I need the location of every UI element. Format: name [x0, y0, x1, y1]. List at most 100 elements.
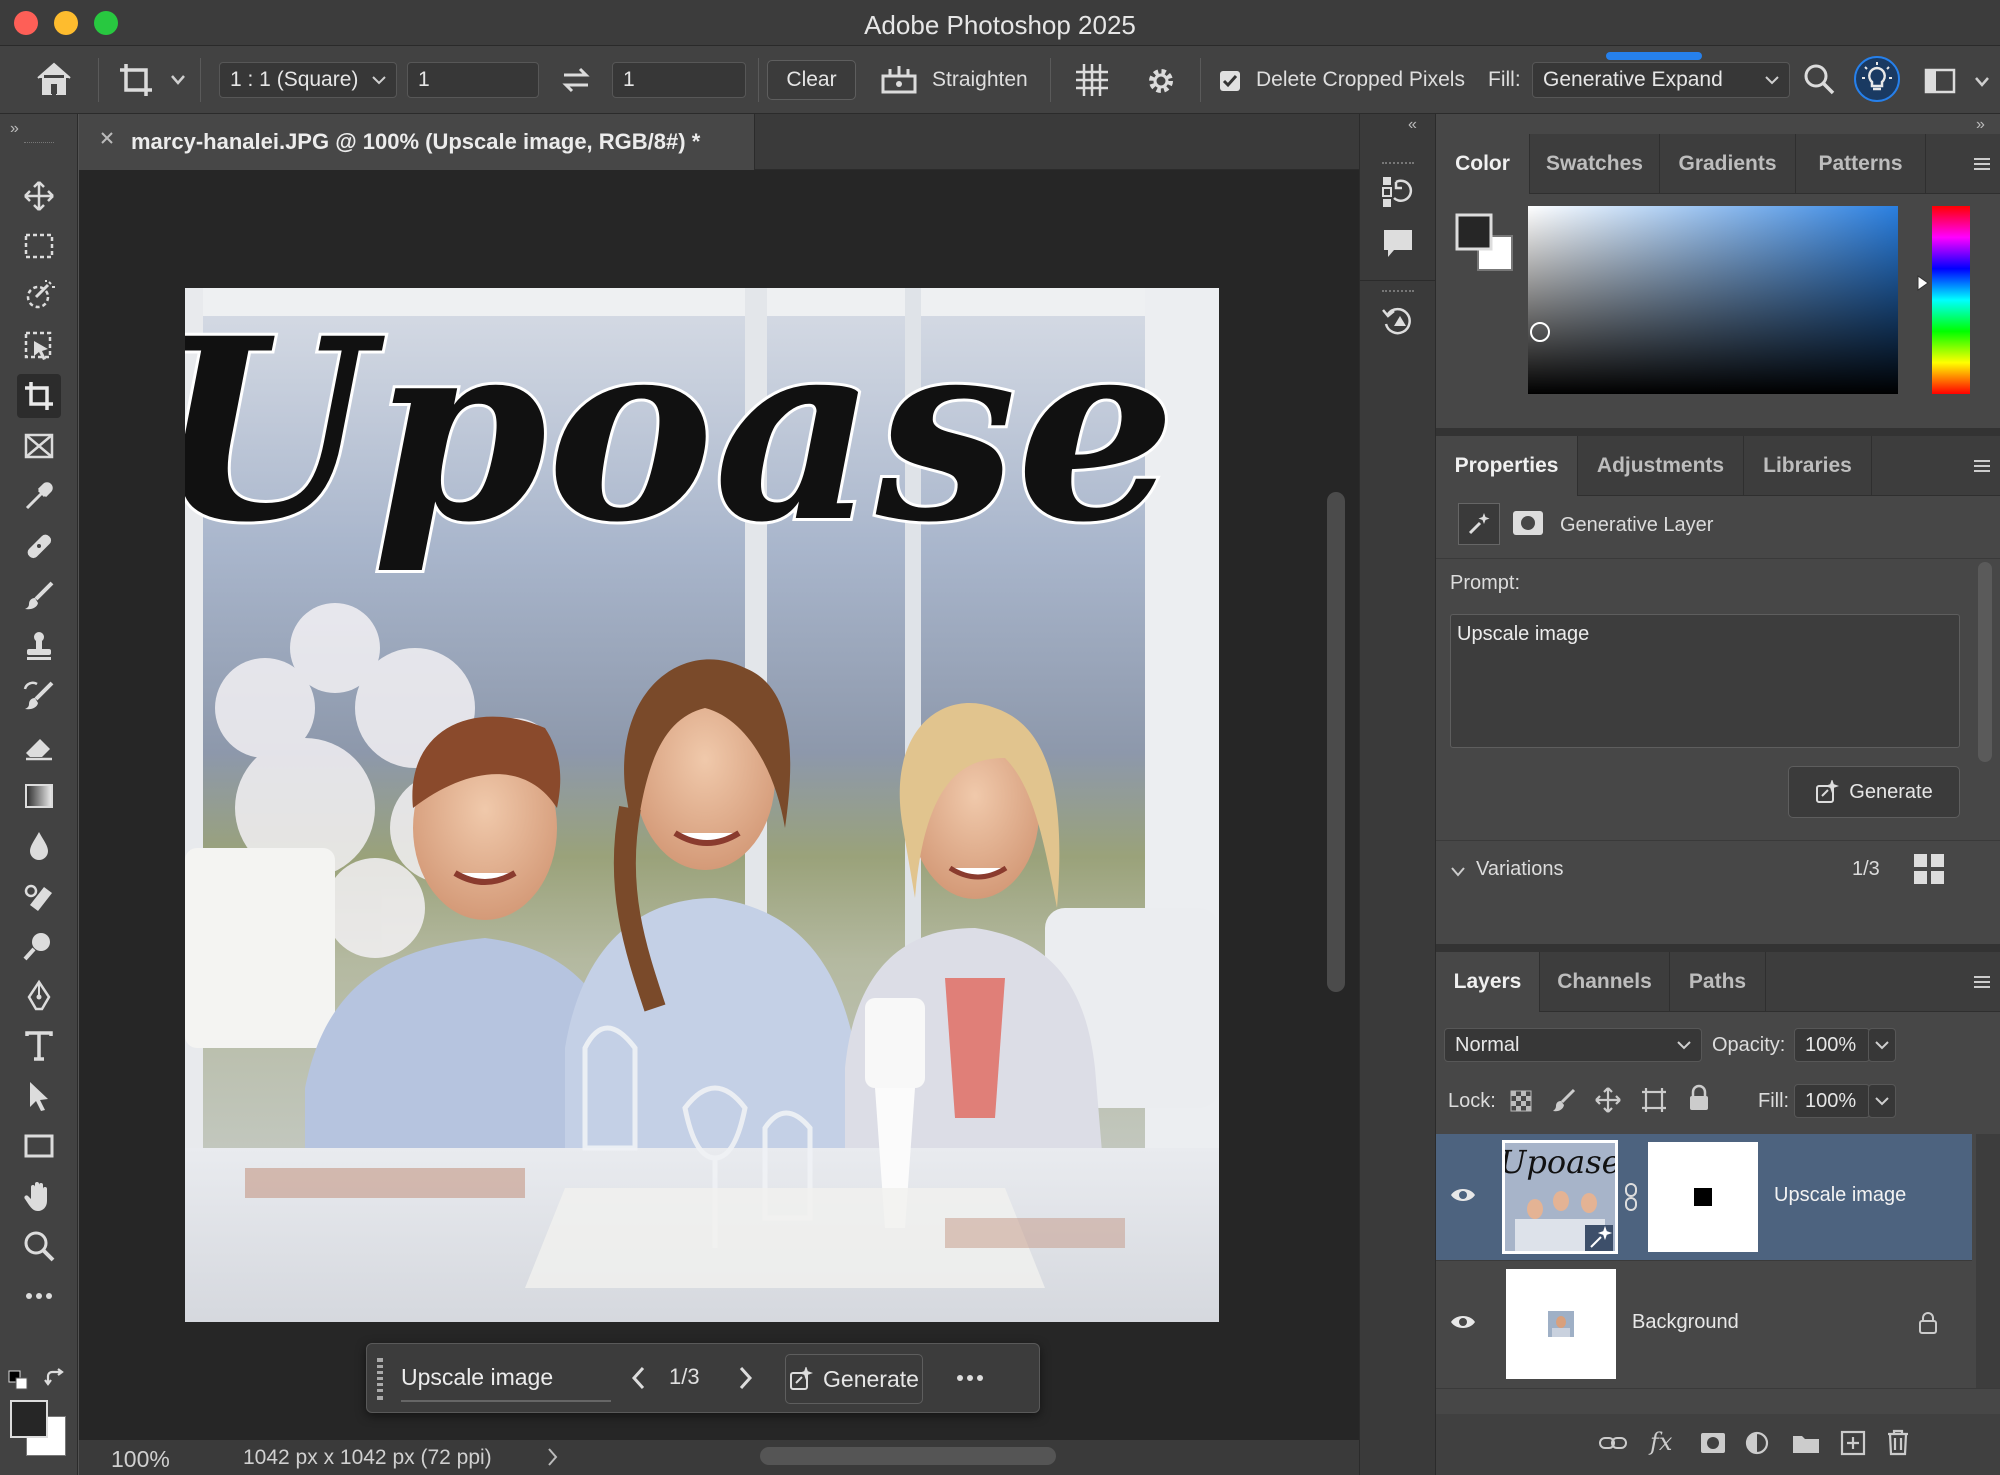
- swap-colors-icon[interactable]: [44, 1368, 66, 1390]
- collapse-panels-icon[interactable]: »: [1976, 116, 1985, 134]
- home-icon[interactable]: [34, 60, 74, 98]
- crop-tool-icon[interactable]: [17, 374, 61, 418]
- discover-lightbulb-icon[interactable]: [1854, 56, 1900, 102]
- fx-icon[interactable]: fx: [1650, 1428, 1672, 1456]
- panel-menu-icon[interactable]: [1972, 974, 1992, 990]
- panel-menu-icon[interactable]: [1972, 458, 1992, 474]
- group-folder-icon[interactable]: [1792, 1432, 1820, 1454]
- tab-adjustments[interactable]: Adjustments: [1578, 436, 1744, 496]
- swap-dimensions-icon[interactable]: [560, 64, 592, 96]
- eyedropper-tool-icon[interactable]: [17, 474, 61, 518]
- document-info[interactable]: 1042 px x 1042 px (72 ppi): [243, 1446, 492, 1470]
- fill-dropdown[interactable]: [1868, 1084, 1896, 1118]
- tab-properties[interactable]: Properties: [1436, 436, 1578, 496]
- crop-tool-preset-icon[interactable]: [116, 60, 156, 100]
- layer-name[interactable]: Background: [1632, 1311, 1739, 1334]
- chevron-down-icon[interactable]: [1450, 866, 1466, 878]
- chevron-right-icon[interactable]: [547, 1446, 559, 1468]
- gear-icon[interactable]: [1144, 64, 1178, 98]
- lock-all-icon[interactable]: [1688, 1084, 1710, 1112]
- toolbar-grip[interactable]: [24, 142, 54, 145]
- chevron-down-icon[interactable]: [170, 74, 186, 86]
- delete-cropped-checkbox[interactable]: [1220, 71, 1240, 91]
- opacity-input[interactable]: 100%: [1794, 1028, 1870, 1062]
- workspace-icon[interactable]: [1924, 68, 1956, 94]
- type-tool-icon[interactable]: [17, 1024, 61, 1068]
- healing-brush-tool-icon[interactable]: [17, 524, 61, 568]
- tab-color[interactable]: Color: [1436, 134, 1530, 194]
- new-layer-icon[interactable]: [1840, 1430, 1866, 1456]
- drag-handle-icon[interactable]: [377, 1358, 383, 1400]
- lock-position-icon[interactable]: [1594, 1086, 1622, 1114]
- document-tab[interactable]: marcy-hanalei.JPG @ 100% (Upscale image,…: [79, 114, 755, 170]
- sponge-tool-icon[interactable]: [17, 874, 61, 918]
- collapse-dock-icon[interactable]: «: [1408, 116, 1417, 134]
- zoom-tool-icon[interactable]: [17, 1224, 61, 1268]
- expand-toolbar-icon[interactable]: »: [10, 120, 19, 138]
- layer-name[interactable]: Upscale image: [1774, 1184, 1906, 1207]
- grid-overlay-icon[interactable]: [1074, 62, 1110, 98]
- link-layers-icon[interactable]: [1598, 1434, 1628, 1452]
- previous-variation-icon[interactable]: [631, 1366, 645, 1390]
- tab-layers[interactable]: Layers: [1436, 952, 1540, 1012]
- properties-scrollbar[interactable]: [1978, 562, 1992, 762]
- eye-icon[interactable]: [1450, 1186, 1476, 1204]
- comments-panel-icon[interactable]: [1380, 226, 1416, 262]
- path-selection-tool-icon[interactable]: [17, 1074, 61, 1118]
- crop-height-input[interactable]: 1: [612, 62, 746, 98]
- trash-icon[interactable]: [1886, 1428, 1910, 1456]
- eye-icon[interactable]: [1450, 1313, 1476, 1331]
- generative-select-tool-icon[interactable]: [17, 324, 61, 368]
- object-selection-tool-icon[interactable]: [17, 274, 61, 318]
- canvas-image[interactable]: Upoase: [185, 288, 1219, 1322]
- straighten-icon[interactable]: [880, 62, 918, 96]
- move-tool-icon[interactable]: [17, 174, 61, 218]
- foreground-color-swatch[interactable]: [10, 1400, 48, 1438]
- color-chips[interactable]: [1454, 212, 1516, 274]
- prompt-textarea[interactable]: Upscale image: [1450, 614, 1960, 748]
- tab-swatches[interactable]: Swatches: [1530, 134, 1660, 194]
- color-picker-cursor[interactable]: [1530, 322, 1550, 342]
- hue-slider-handle-icon[interactable]: [1916, 274, 1930, 292]
- canvas-area[interactable]: Upoase Upscale image 1/3 Generate: [79, 170, 1359, 1440]
- layers-scroll-track[interactable]: [1976, 1134, 2000, 1388]
- marquee-tool-icon[interactable]: [17, 224, 61, 268]
- dodge-tool-icon[interactable]: [17, 924, 61, 968]
- layer-row-upscale-image[interactable]: Upoase Upscale image: [1436, 1134, 1972, 1260]
- frame-tool-icon[interactable]: [17, 424, 61, 468]
- next-variation-icon[interactable]: [739, 1366, 753, 1390]
- clear-button[interactable]: Clear: [767, 60, 856, 100]
- add-mask-icon[interactable]: [1700, 1432, 1726, 1454]
- brush-tool-icon[interactable]: [17, 574, 61, 618]
- color-field[interactable]: [1528, 206, 1898, 394]
- default-colors-icon[interactable]: [8, 1370, 28, 1390]
- tab-patterns[interactable]: Patterns: [1796, 134, 1926, 194]
- eraser-tool-icon[interactable]: [17, 724, 61, 768]
- variations-label[interactable]: Variations: [1476, 858, 1563, 881]
- blend-mode-select[interactable]: Normal: [1444, 1028, 1702, 1062]
- layer-thumbnail[interactable]: Upoase: [1502, 1140, 1618, 1254]
- history-state-icon[interactable]: [1380, 302, 1416, 338]
- search-icon[interactable]: [1802, 62, 1836, 96]
- rectangle-tool-icon[interactable]: [17, 1124, 61, 1168]
- panel-menu-icon[interactable]: [1972, 156, 1992, 172]
- zoom-level[interactable]: 100%: [111, 1446, 170, 1473]
- chevron-down-icon[interactable]: [1974, 76, 1990, 88]
- hue-slider[interactable]: [1932, 206, 1970, 394]
- lock-artboard-icon[interactable]: [1640, 1086, 1668, 1114]
- tab-paths[interactable]: Paths: [1670, 952, 1766, 1012]
- hand-tool-icon[interactable]: [17, 1174, 61, 1218]
- history-brush-tool-icon[interactable]: [17, 674, 61, 718]
- tab-libraries[interactable]: Libraries: [1744, 436, 1872, 496]
- lock-pixels-icon[interactable]: [1552, 1088, 1576, 1114]
- straighten-label[interactable]: Straighten: [932, 68, 1028, 92]
- horizontal-scrollbar[interactable]: [760, 1447, 1056, 1465]
- more-options-icon[interactable]: [955, 1368, 985, 1388]
- fill-mode-select[interactable]: Generative Expand: [1532, 62, 1790, 98]
- close-tab-icon[interactable]: [99, 130, 115, 146]
- tab-channels[interactable]: Channels: [1540, 952, 1670, 1012]
- crop-width-input[interactable]: 1: [407, 62, 539, 98]
- layer-thumbnail[interactable]: [1506, 1269, 1616, 1379]
- aspect-ratio-select[interactable]: 1 : 1 (Square): [219, 62, 397, 98]
- lock-transparent-icon[interactable]: [1510, 1090, 1532, 1112]
